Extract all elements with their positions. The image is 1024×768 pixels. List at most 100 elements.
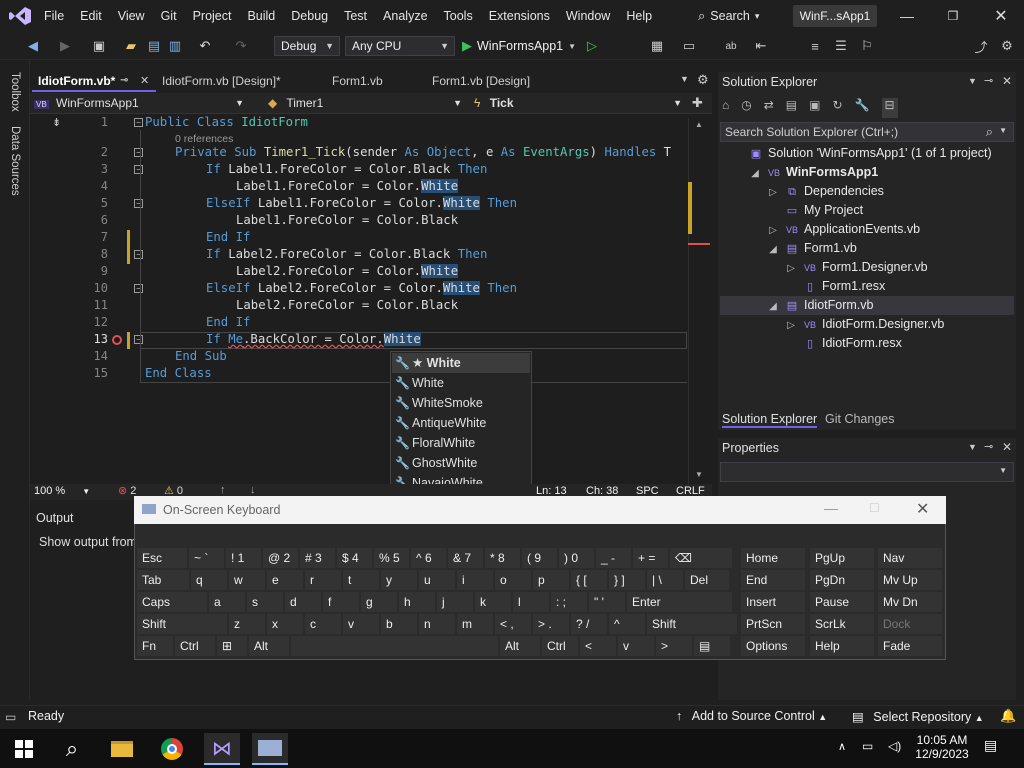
solution-tree-item[interactable]: ◢ ▤ Form1.vb	[720, 239, 1014, 258]
close-icon[interactable]: ✕	[916, 499, 929, 519]
osk-key[interactable]: ~ `	[189, 548, 224, 568]
osk-key[interactable]: b	[381, 614, 417, 634]
osk-key[interactable]: ! 1	[226, 548, 261, 568]
intellisense-item[interactable]: 🔧 AntiqueWhite	[392, 413, 530, 433]
close-icon[interactable]: ✕	[1002, 74, 1012, 88]
menu-project[interactable]: Project	[185, 0, 240, 32]
spell-check-icon[interactable]: ab	[722, 37, 740, 55]
sync-icon[interactable]: ⇄	[764, 98, 774, 118]
expand-toggle-icon[interactable]: ◢	[766, 240, 780, 259]
osk-nav-key[interactable]: Pause	[810, 592, 874, 612]
solution-tree-item[interactable]: ▷ ⧉ Dependencies	[720, 182, 1014, 201]
tray-chevron-icon[interactable]: ∧	[838, 740, 846, 753]
osk-key[interactable]: + =	[633, 548, 668, 568]
project-dropdown[interactable]: VB WinFormsApp1 ▼	[34, 95, 248, 112]
close-window-button[interactable]: ✕	[978, 0, 1024, 32]
start-debugging-button[interactable]: ▶ WinFormsApp1 ▼	[462, 37, 576, 55]
clock[interactable]: 10:05 AM 12/9/2023	[914, 733, 970, 761]
tab-idiotform-vb[interactable]: IdiotForm.vb* ⊸ ✕	[32, 70, 156, 92]
osk-key[interactable]: > .	[533, 614, 569, 634]
osk-key[interactable]: v	[343, 614, 379, 634]
osk-key[interactable]: # 3	[300, 548, 335, 568]
osk-key[interactable]: t	[343, 570, 379, 590]
start-button[interactable]	[6, 733, 42, 765]
menu-extensions[interactable]: Extensions	[481, 0, 558, 32]
error-lightbulb-icon[interactable]	[112, 335, 122, 345]
osk-key[interactable]: { [	[571, 570, 607, 590]
solution-tree-item[interactable]: ▷ VB ApplicationEvents.vb	[720, 220, 1014, 239]
osk-key[interactable]: $ 4	[337, 548, 372, 568]
editor-vertical-scrollbar[interactable]	[688, 118, 710, 484]
object-dropdown[interactable]: ◆ Timer1 ▼	[268, 95, 466, 112]
minimize-icon[interactable]: —	[824, 500, 838, 516]
action-center-icon[interactable]: ▤	[984, 737, 997, 754]
solution-tree-item[interactable]: ▯ IdiotForm.resx	[720, 334, 1014, 353]
osk-nav-key[interactable]: Help	[810, 636, 874, 656]
restore-button[interactable]: ❐	[930, 0, 976, 32]
open-folder-icon[interactable]: ▰	[122, 37, 140, 55]
indent-icon[interactable]: ≡	[806, 37, 824, 55]
osk-key[interactable]: w	[229, 570, 265, 590]
solution-tree-item[interactable]: ▷ VB IdiotForm.Designer.vb	[720, 315, 1014, 334]
select-repository-button[interactable]: ▤ Select Repository ▲	[852, 709, 984, 724]
fold-toggle[interactable]: −	[134, 199, 143, 208]
menu-help[interactable]: Help	[618, 0, 660, 32]
osk-key[interactable]: Ctrl	[175, 636, 215, 656]
pane-options-icon[interactable]: ▼	[968, 442, 977, 452]
osk-key[interactable]: h	[399, 592, 435, 612]
history-icon[interactable]: ◷	[741, 98, 751, 118]
osk-key[interactable]: r	[305, 570, 341, 590]
osk-key[interactable]: o	[495, 570, 531, 590]
show-all-files-icon[interactable]: ▣	[809, 98, 820, 118]
osk-key[interactable]: s	[247, 592, 283, 612]
osk-nav-key[interactable]: Mv Up	[878, 570, 942, 590]
osk-key[interactable]: ? /	[571, 614, 607, 634]
osk-key[interactable]: n	[419, 614, 455, 634]
solution-name-badge[interactable]: WinF...sApp1	[793, 5, 877, 27]
osk-key[interactable]: y	[381, 570, 417, 590]
osk-key[interactable]: ⊞	[217, 636, 247, 656]
osk-key[interactable]: u	[419, 570, 455, 590]
fold-toggle[interactable]: −	[134, 165, 143, 174]
osk-nav-key[interactable]: Nav	[878, 548, 942, 568]
zoom-select[interactable]: 100 % ▼	[34, 485, 90, 497]
intellisense-item[interactable]: 🔧 ★ White	[392, 353, 530, 373]
osk-key[interactable]: v	[618, 636, 654, 656]
tab-solution-explorer[interactable]: Solution Explorer	[722, 412, 818, 428]
close-icon[interactable]: ✕	[1002, 440, 1012, 454]
fold-toggle[interactable]: −	[134, 250, 143, 259]
properties-icon[interactable]: 🔧	[855, 98, 870, 118]
volume-icon[interactable]: ◁)	[888, 739, 901, 753]
osk-key[interactable]: " '	[589, 592, 625, 612]
osk-key[interactable]: % 5	[374, 548, 409, 568]
refresh-icon[interactable]: ↻	[832, 98, 842, 118]
collapse-icon[interactable]: ▤	[786, 98, 797, 118]
osk-key[interactable]: * 8	[485, 548, 520, 568]
fold-toggle[interactable]: −	[134, 335, 143, 344]
close-icon[interactable]: ✕	[140, 70, 149, 92]
new-project-icon[interactable]: ▣	[90, 37, 108, 55]
osk-key[interactable]: } ]	[609, 570, 645, 590]
osk-key[interactable]: c	[305, 614, 341, 634]
solution-tree-item[interactable]: ▭ My Project	[720, 201, 1014, 220]
osk-key[interactable]: ) 0	[559, 548, 594, 568]
osk-key[interactable]: i	[457, 570, 493, 590]
intellisense-item[interactable]: 🔧 FloralWhite	[392, 433, 530, 453]
osk-key[interactable]: Enter	[627, 592, 732, 612]
save-icon[interactable]: ▤	[145, 37, 163, 55]
osk-key[interactable]: l	[513, 592, 549, 612]
osk-key[interactable]: z	[229, 614, 265, 634]
expand-toggle-icon[interactable]: ▷	[766, 183, 780, 202]
osk-key[interactable]: k	[475, 592, 511, 612]
intellisense-item[interactable]: 🔧 WhiteSmoke	[392, 393, 530, 413]
osk-key[interactable]: x	[267, 614, 303, 634]
home-icon[interactable]: ⌂	[722, 98, 729, 118]
next-issue-icon[interactable]: ↓	[250, 484, 256, 496]
expand-toggle-icon[interactable]: ▷	[784, 316, 798, 335]
osk-key[interactable]: Alt	[249, 636, 289, 656]
tab-idiotform-design[interactable]: IdiotForm.vb [Design]*	[156, 70, 326, 92]
properties-object-select[interactable]: ▼	[720, 462, 1014, 482]
taskbar-search-icon[interactable]: ⌕	[54, 733, 90, 765]
maximize-icon[interactable]: ☐	[869, 501, 880, 515]
osk-key[interactable]: g	[361, 592, 397, 612]
